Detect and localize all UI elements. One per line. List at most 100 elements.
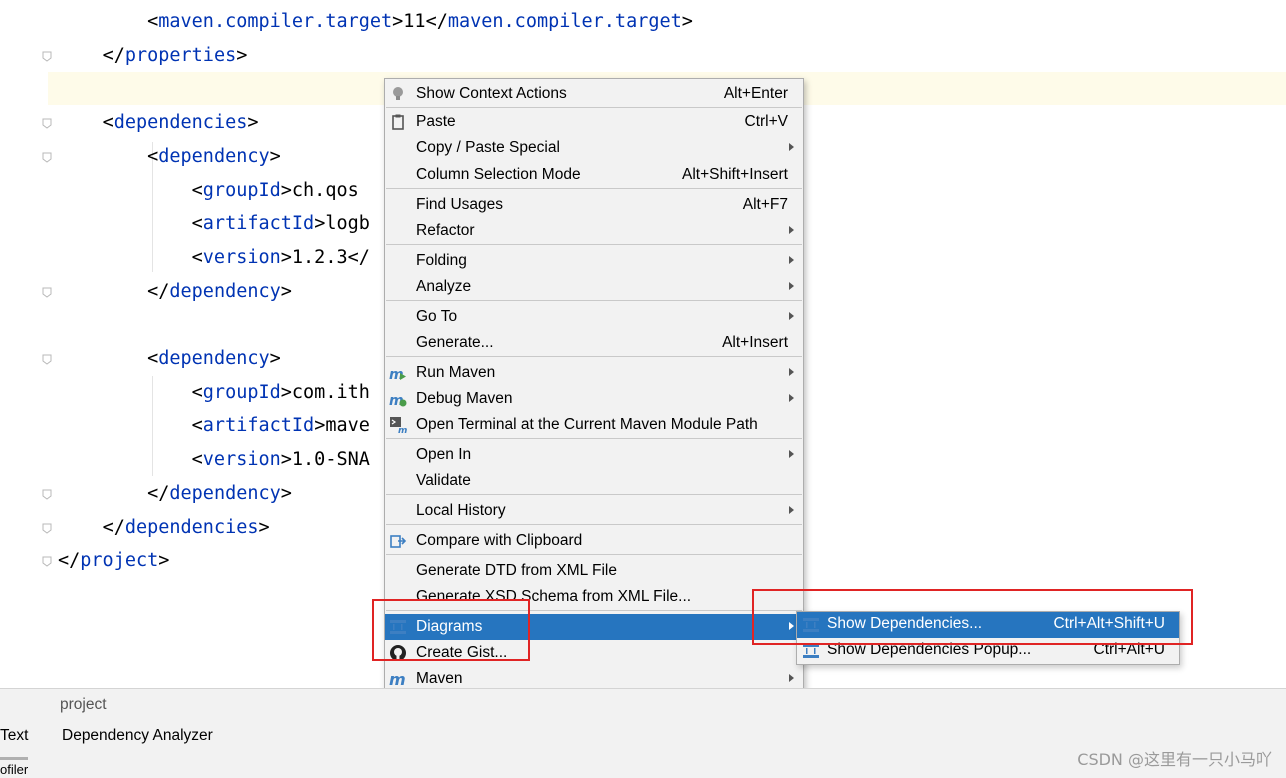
menu-item-label: Find Usages — [416, 196, 504, 213]
fold-marker-icon[interactable] — [42, 287, 52, 298]
tab-text-label: Text — [0, 727, 29, 744]
menu-separator — [386, 188, 802, 189]
menu-item-refactor[interactable]: Refactor — [385, 218, 803, 244]
xml-open-tag: </dependency> — [147, 280, 292, 302]
submenu-arrow-icon — [789, 143, 794, 151]
menu-item-go-to[interactable]: Go To — [385, 304, 803, 330]
menu-item-open-terminal-at-the-current-maven-module-path[interactable]: m Open Terminal at the Current Maven Modu… — [385, 412, 803, 438]
code-line: </dependency> — [58, 482, 292, 506]
menu-separator — [386, 244, 802, 245]
code-line: </project> — [58, 549, 169, 573]
profiler-tool-label[interactable]: ofiler — [0, 762, 28, 777]
clipboard-icon — [389, 113, 407, 131]
code-line: </properties> — [58, 44, 248, 68]
menu-item-local-history[interactable]: Local History — [385, 498, 803, 524]
menu-item-label: Analyze — [416, 278, 472, 295]
code-line: <maven.compiler.target>11</maven.compile… — [58, 10, 693, 34]
xml-text: logb — [325, 213, 370, 235]
menu-item-folding[interactable]: Folding — [385, 248, 803, 274]
menu-item-label: Compare with Clipboard — [416, 532, 583, 549]
maven-debug-icon: m — [389, 390, 407, 409]
menu-item-label: Validate — [416, 472, 471, 489]
fold-marker-icon[interactable] — [42, 556, 52, 567]
xml-open-tag: </properties> — [102, 44, 248, 66]
code-line: <dependency> — [58, 145, 281, 169]
xml-open-tag: <artifactId> — [191, 213, 326, 235]
annotation-box-diagrams — [372, 599, 530, 661]
code-line: <groupId>ch.qos — [58, 179, 359, 203]
tab-dependency-analyzer[interactable]: Dependency Analyzer — [62, 723, 213, 745]
fold-marker-icon[interactable] — [42, 354, 52, 365]
menu-item-run-maven[interactable]: m Run Maven — [385, 360, 803, 386]
submenu-arrow-icon — [789, 368, 794, 376]
xml-open-tag: <groupId> — [191, 381, 292, 403]
menu-item-validate[interactable]: Validate — [385, 468, 803, 494]
menu-item-label: Open Terminal at the Current Maven Modul… — [416, 416, 758, 433]
menu-item-label: Show Context Actions — [416, 85, 567, 102]
svg-text:m: m — [389, 670, 406, 688]
xml-text: 1.2.3</ — [291, 246, 370, 268]
menu-separator — [386, 554, 802, 555]
breadcrumb[interactable]: project — [60, 696, 107, 714]
xml-open-tag: <dependency> — [147, 145, 281, 167]
xml-open-tag: </dependencies> — [102, 516, 270, 538]
menu-item-show-context-actions[interactable]: Show Context Actions Alt+Enter — [385, 81, 803, 107]
submenu-arrow-icon — [789, 450, 794, 458]
maven-icon: m — [389, 670, 407, 689]
xml-open-tag: </project> — [58, 550, 170, 572]
menu-item-copy-paste-special[interactable]: Copy / Paste Special — [385, 135, 803, 161]
xml-close-tag: </maven.compiler.target> — [425, 11, 693, 32]
maven-run-icon: m — [389, 364, 407, 383]
menu-item-label: Generate DTD from XML File — [416, 562, 617, 579]
fold-marker-icon[interactable] — [42, 152, 52, 163]
submenu-arrow-icon — [789, 256, 794, 264]
menu-item-find-usages[interactable]: Find Usages Alt+F7 — [385, 192, 803, 218]
submenu-arrow-icon — [789, 394, 794, 402]
submenu-arrow-icon — [789, 506, 794, 514]
menu-item-shortcut: Alt+Enter — [723, 85, 788, 102]
menu-item-open-in[interactable]: Open In — [385, 442, 803, 468]
xml-open-tag: <version> — [191, 449, 292, 471]
editor-gutter — [0, 0, 48, 688]
menu-separator — [386, 107, 802, 108]
menu-item-analyze[interactable]: Analyze — [385, 274, 803, 300]
xml-text: 11 — [403, 11, 426, 32]
menu-item-label: Debug Maven — [416, 390, 513, 407]
menu-item-shortcut: Ctrl+V — [744, 113, 789, 130]
code-line: <dependency> — [58, 347, 281, 371]
submenu-arrow-icon — [789, 226, 794, 234]
xml-text: ch.qos — [291, 179, 359, 201]
menu-item-column-selection-mode[interactable]: Column Selection Mode Alt+Shift+Insert — [385, 162, 803, 188]
menu-item-debug-maven[interactable]: m Debug Maven — [385, 386, 803, 412]
submenu-arrow-icon — [789, 674, 794, 682]
menu-item-label: Column Selection Mode — [416, 166, 581, 183]
menu-item-label: Folding — [416, 252, 467, 269]
xml-open-tag: </dependency> — [147, 482, 292, 504]
menu-separator — [386, 524, 802, 525]
menu-item-label: Run Maven — [416, 364, 496, 381]
xml-open-tag: <maven.compiler.target> — [147, 11, 404, 32]
code-line: <groupId>com.ith — [58, 381, 370, 405]
tab-dependency-analyzer-label: Dependency Analyzer — [62, 727, 213, 744]
menu-item-shortcut: Alt+Insert — [722, 334, 788, 351]
menu-item-shortcut: Alt+Shift+Insert — [682, 166, 788, 183]
fold-marker-icon[interactable] — [42, 489, 52, 500]
menu-item-generate-dtd-from-xml-file[interactable]: Generate DTD from XML File — [385, 558, 803, 584]
watermark: CSDN @这里有一只小马吖 — [1077, 750, 1272, 769]
menu-item-generate[interactable]: Generate... Alt+Insert — [385, 330, 803, 356]
fold-marker-icon[interactable] — [42, 51, 52, 62]
fold-marker-icon[interactable] — [42, 523, 52, 534]
fold-marker-icon[interactable] — [42, 118, 52, 129]
menu-item-paste[interactable]: Paste Ctrl+V — [385, 109, 803, 135]
tab-text[interactable]: Text — [0, 723, 29, 760]
code-line: </dependencies> — [58, 516, 270, 540]
maven-terminal-icon: m — [389, 416, 407, 436]
menu-item-compare-with-clipboard[interactable]: Compare with Clipboard — [385, 528, 803, 554]
